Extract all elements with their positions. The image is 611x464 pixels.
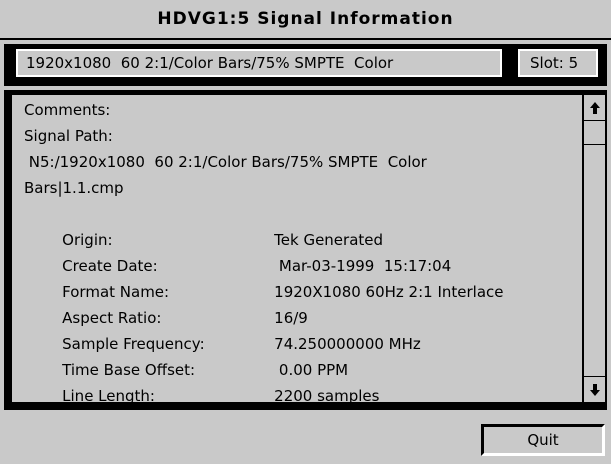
- info-row-line-length: Line Length: 2200 samples: [24, 357, 379, 402]
- signal-info-window: HDVG1:5 Signal Information 1920x1080 60 …: [0, 0, 611, 464]
- info-row-create-date: Create Date: Mar-03-1999 15:17:04: [24, 227, 451, 275]
- scroll-thumb[interactable]: [584, 121, 605, 145]
- signal-path-value-line1: N5:/1920x1080 60 2:1/Color Bars/75% SMPT…: [24, 153, 427, 171]
- info-row-value: 2200 samples: [274, 387, 380, 402]
- info-row-origin: Origin: Tek Generated: [24, 201, 383, 249]
- quit-button[interactable]: Quit: [481, 424, 605, 456]
- title-divider: [0, 38, 611, 40]
- signal-name-field: 1920x1080 60 2:1/Color Bars/75% SMPTE Co…: [16, 49, 502, 77]
- info-row-format-name: Format Name: 1920X1080 60Hz 2:1 Interlace: [24, 253, 503, 301]
- slot-field: Slot: 5: [518, 49, 598, 77]
- signal-path-label: Signal Path:: [24, 127, 113, 145]
- arrow-up-icon: [589, 102, 600, 114]
- info-scrollbar[interactable]: [583, 95, 605, 402]
- info-row-sample-frequency: Sample Frequency: 74.250000000 MHz: [24, 305, 421, 353]
- info-row-aspect-ratio: Aspect Ratio: 16/9: [24, 279, 308, 327]
- scroll-down-button[interactable]: [584, 376, 605, 402]
- info-panel: Comments: Signal Path: N5:/1920x1080 60 …: [12, 95, 582, 402]
- signal-header-bar: 1920x1080 60 2:1/Color Bars/75% SMPTE Co…: [4, 44, 607, 86]
- info-row-value: 1920X1080 60Hz 2:1 Interlace: [274, 283, 504, 301]
- window-title: HDVG1:5 Signal Information: [0, 0, 611, 38]
- info-row-time-base-offset: Time Base Offset: 0.00 PPM: [24, 331, 348, 379]
- comments-label: Comments:: [24, 101, 111, 119]
- info-frame: Comments: Signal Path: N5:/1920x1080 60 …: [4, 90, 607, 410]
- scroll-up-button[interactable]: [584, 95, 605, 121]
- info-row-label: Line Length:: [62, 387, 155, 402]
- arrow-down-icon: [589, 384, 600, 396]
- signal-path-value-line2: Bars|1.1.cmp: [24, 179, 124, 197]
